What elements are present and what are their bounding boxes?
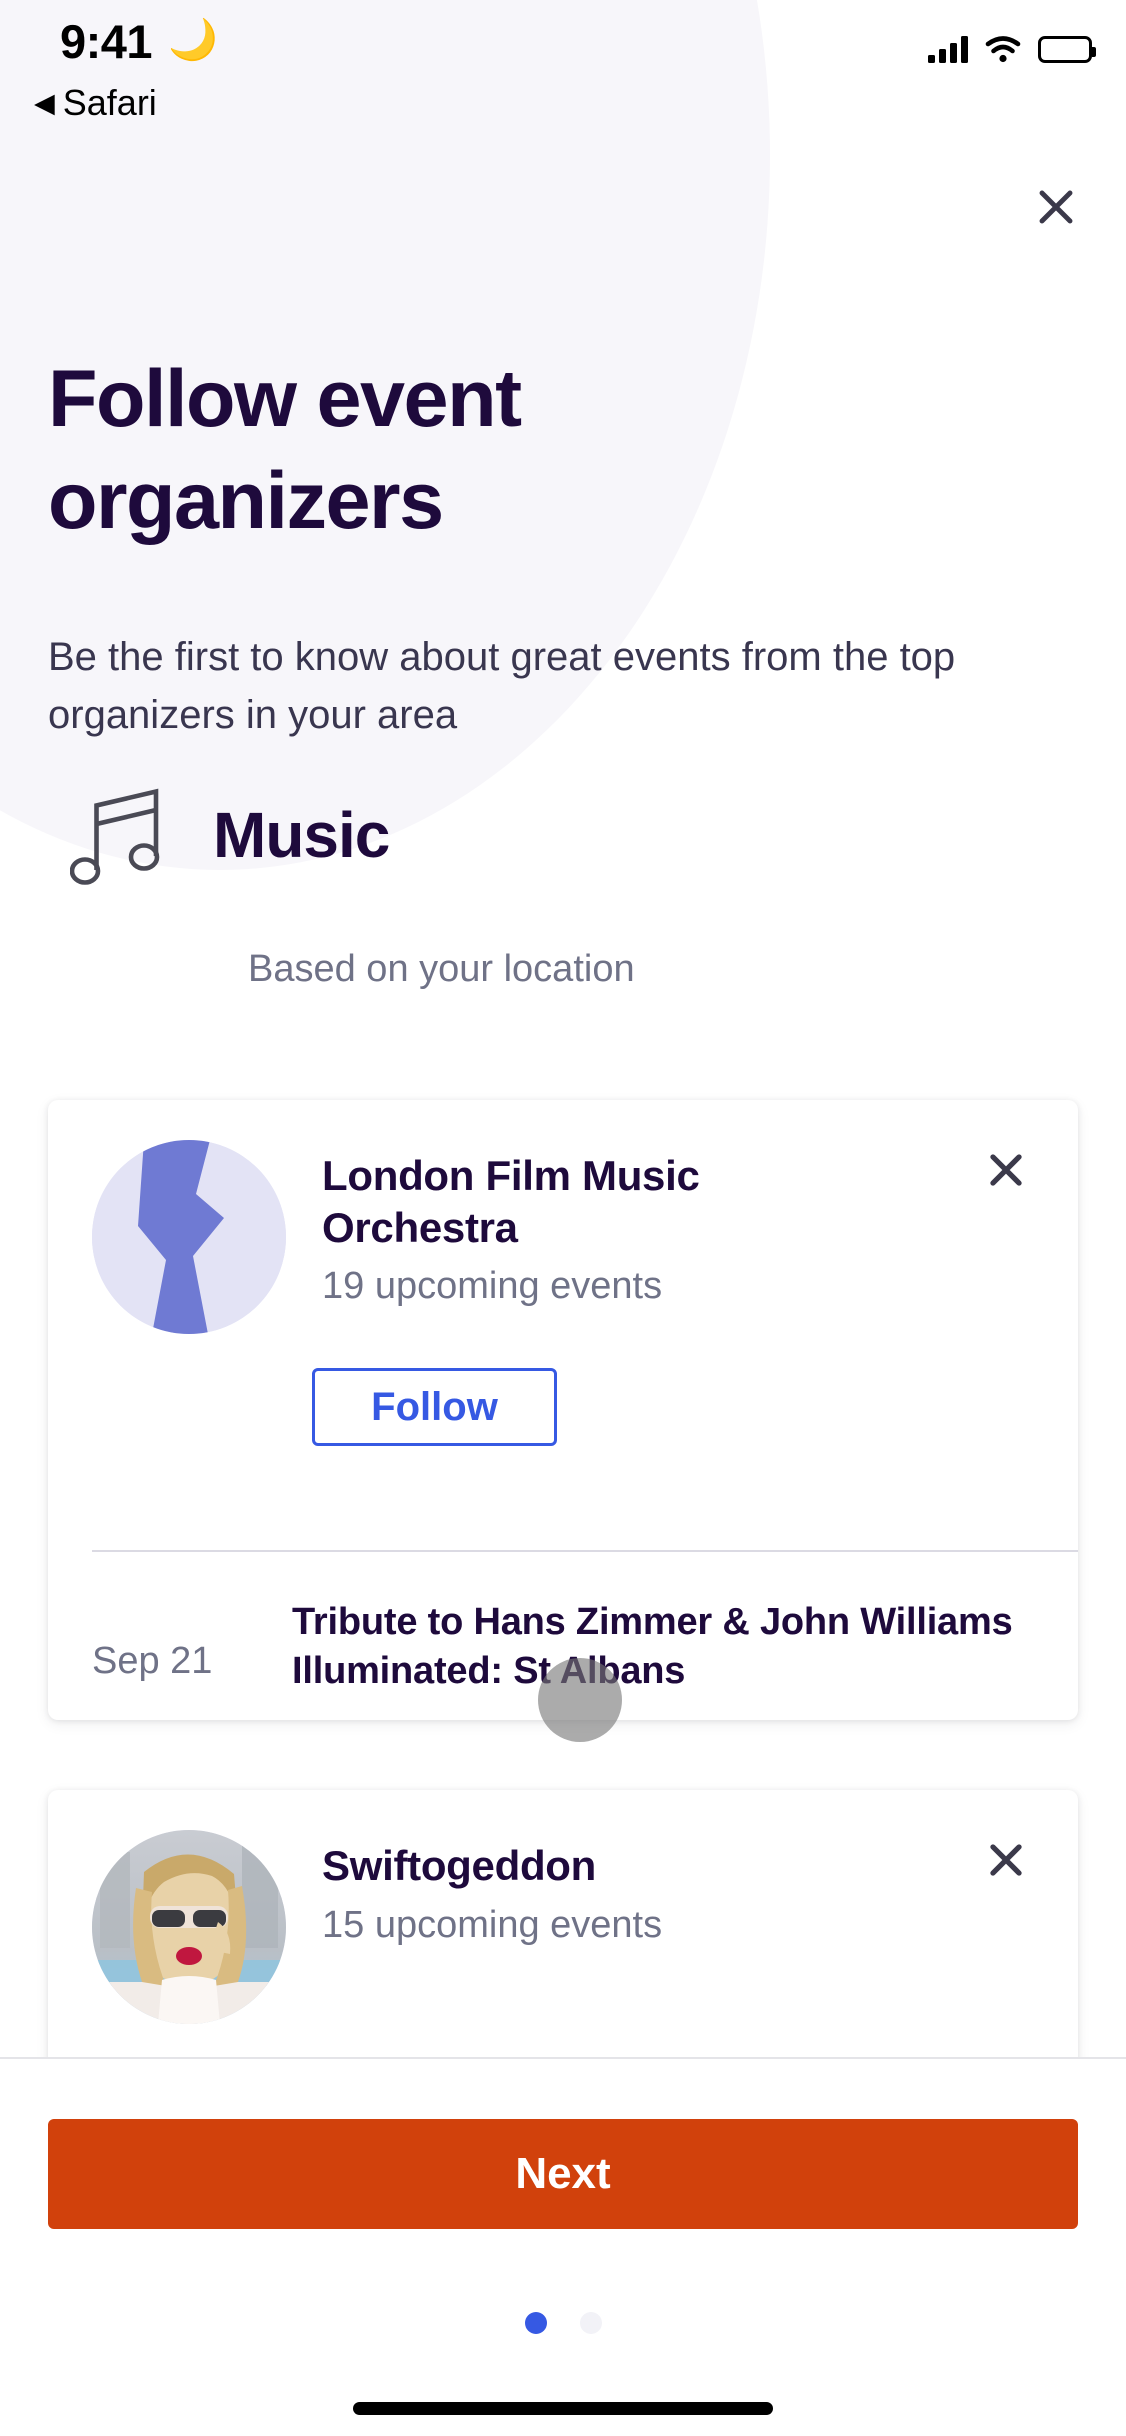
back-arrow-icon: ◀ xyxy=(34,87,55,118)
back-to-safari-label: Safari xyxy=(62,82,157,123)
close-icon[interactable] xyxy=(976,1140,1036,1200)
photo-avatar xyxy=(92,1830,286,2024)
event-title: Tribute to Hans Zimmer & John Williams I… xyxy=(292,1601,1013,1692)
category-title: Music xyxy=(213,798,390,871)
next-button[interactable]: Next xyxy=(48,2119,1078,2229)
pagination-dots xyxy=(0,2312,1126,2334)
organizer-card[interactable]: London Film Music Orchestra 19 upcoming … xyxy=(48,1100,1078,1720)
event-row[interactable]: Sep 21 Tribute to Hans Zimmer & John Wil… xyxy=(92,1598,1034,1695)
close-icon[interactable] xyxy=(976,1830,1036,1890)
pagination-dot-active[interactable] xyxy=(524,2312,547,2334)
card-divider xyxy=(92,1550,1078,1552)
close-icon[interactable] xyxy=(1021,172,1091,242)
status-bar-indicators xyxy=(928,36,1096,63)
avatar xyxy=(92,1140,286,1334)
organizer-card[interactable]: Swiftogeddon 15 upcoming events xyxy=(48,1790,1078,2058)
back-to-safari-button[interactable]: ◀ Safari xyxy=(34,82,157,124)
crescent-moon-icon: 🌙 xyxy=(168,18,218,62)
organizer-name: Swiftogeddon xyxy=(322,1842,597,1889)
organizer-card-header: London Film Music Orchestra 19 upcoming … xyxy=(48,1100,1078,1334)
pagination-dot[interactable] xyxy=(579,2312,602,2334)
close-x-glyph xyxy=(1039,190,1073,224)
follow-button[interactable]: Follow xyxy=(312,1368,557,1446)
organizer-event-count: 19 upcoming events xyxy=(322,1265,663,1308)
organizer-name: London Film Music Orchestra xyxy=(322,1152,700,1251)
organizer-info: Swiftogeddon 15 upcoming events xyxy=(322,1830,1034,2024)
close-x-glyph xyxy=(990,1844,1022,1876)
organizer-info: London Film Music Orchestra 19 upcoming … xyxy=(322,1140,1034,1334)
abstract-logo-avatar xyxy=(92,1140,286,1334)
status-bar: 9:41 🌙 ◀ Safari xyxy=(0,0,1126,123)
close-x-glyph xyxy=(990,1154,1022,1186)
page-subtitle: Be the first to know about great events … xyxy=(48,635,956,737)
scroll-content[interactable]: Follow event organizers Be the first to … xyxy=(0,0,1126,2058)
battery-full-icon xyxy=(1038,36,1096,63)
status-bar-time: 9:41 xyxy=(60,15,153,68)
category-header: Music xyxy=(69,782,390,887)
app-screen: 9:41 🌙 ◀ Safari Follow event organizers xyxy=(0,0,1126,2436)
cellular-signal-icon xyxy=(928,36,968,63)
event-date: Sep 21 xyxy=(92,1640,213,1682)
wifi-icon xyxy=(985,36,1021,63)
home-indicator[interactable] xyxy=(353,2402,773,2415)
music-note-icon xyxy=(69,782,165,887)
organizer-card-header: Swiftogeddon 15 upcoming events xyxy=(48,1790,1078,2024)
category-subtitle: Based on your location xyxy=(248,948,635,990)
page-title: Follow event organizers xyxy=(48,354,522,547)
bottom-action-bar: Next xyxy=(0,2057,1126,2436)
organizer-event-count: 15 upcoming events xyxy=(322,1903,663,1946)
avatar xyxy=(92,1830,286,2024)
